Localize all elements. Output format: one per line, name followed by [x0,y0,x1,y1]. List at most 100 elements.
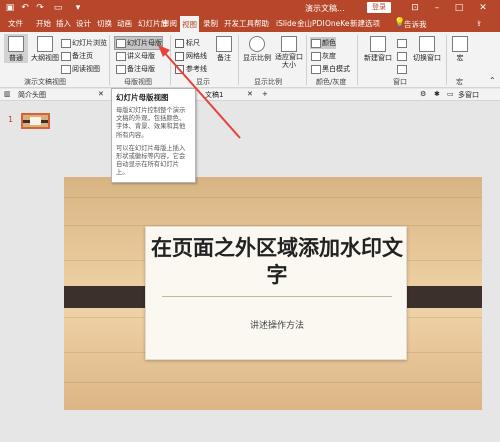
group-presentation-views-label: 演示文稿视图 [24,78,66,86]
tell-me-search[interactable]: 告诉我 [404,19,427,30]
tab-insert[interactable]: 插入 [54,16,73,32]
macros-label: 宏 [456,54,464,62]
document-tab[interactable]: 文稿1 [205,90,223,100]
tab-design[interactable]: 设计 [74,16,93,32]
tooltip-title: 幻灯片母版视图 [116,93,169,102]
minimize-icon[interactable]: – [430,1,444,15]
undo-icon[interactable]: ↶ [19,2,31,14]
reading-view-button[interactable]: 阅读视图 [60,63,100,75]
decorative-band-right [398,286,482,308]
normal-view-label: 普通 [9,54,23,62]
wood-grain [64,382,482,383]
macros-button[interactable]: 宏 [451,34,469,63]
move-split-button[interactable] [396,63,407,75]
close-tab-icon[interactable]: ✕ [247,90,253,98]
new-window-icon [370,36,386,52]
tab-transitions[interactable]: 切换 [95,16,114,32]
gridlines-checkbox[interactable]: 网格线 [175,50,207,62]
add-tab-icon[interactable]: + [262,90,268,98]
group-separator [238,35,239,85]
zoom-label: 显示比例 [243,54,271,62]
multi-window-icon[interactable]: ▭ [447,90,454,98]
switch-window-icon [419,36,435,52]
redo-icon[interactable]: ↷ [34,2,46,14]
tab-file[interactable]: 文件 [6,16,25,32]
normal-view-icon [8,36,24,52]
tooltip-body: 母版幻灯片控制整个演示文稿的外观，包括颜色、字体、背景、效果和其他所有内容。 [116,107,186,139]
share-icon[interactable]: ⇪ [474,16,484,32]
ribbon-tabs: 文件 开始 插入 设计 切换 动画 幻灯片放 审阅 视图 录制 开发工具 帮助 … [0,16,500,32]
cascade-button[interactable] [396,50,407,62]
group-zoom-label: 显示比例 [254,78,282,86]
close-icon[interactable]: ✕ [476,1,490,15]
new-window-label: 新建窗口 [364,54,392,62]
settings-icon[interactable]: ⚙ [420,90,426,98]
thumbnail-card [30,117,41,125]
magnifier-icon [249,36,265,52]
document-title: 演示文稿... [305,4,345,13]
save-icon[interactable]: ▣ [4,2,16,14]
slide-master-button[interactable]: 幻灯片母版 [114,36,163,50]
tab-record[interactable]: 录制 [201,16,220,32]
color-button[interactable]: 颜色 [310,37,336,49]
zoom-button[interactable]: 显示比例 [242,34,272,63]
group-separator [446,35,447,85]
notes-icon [216,36,232,52]
notes-button[interactable]: 备注 [213,34,235,63]
tab-home[interactable]: 开始 [34,16,53,32]
tab-view[interactable]: 视图 [180,16,199,32]
slide-thumbnail[interactable] [21,113,50,129]
tab-new[interactable]: 新建选项 [348,16,382,32]
handout-master-button[interactable]: 讲义母版 [115,50,155,62]
tab-review[interactable]: 审阅 [160,16,179,32]
multi-window-label[interactable]: 多窗口 [458,90,479,100]
slideshow-start-icon[interactable]: ▭ [52,2,64,14]
outline-view-button[interactable]: 大纲视图 [30,34,60,63]
login-button[interactable]: 登录 [367,2,391,13]
group-separator [170,35,171,85]
tab-animations[interactable]: 动画 [115,16,134,32]
group-separator [357,35,358,85]
slide-sorter-button[interactable]: 幻灯片浏览 [60,37,107,49]
slide-title[interactable]: 在页面之外区域添加水印文字 [146,235,408,289]
new-window-button[interactable]: 新建窗口 [362,34,394,63]
customize-icon[interactable]: ▾ [72,2,84,14]
ribbon-options-icon[interactable]: ⊡ [408,1,422,15]
notes-page-button[interactable]: 备注页 [60,50,93,62]
bw-button[interactable]: 黑白模式 [310,63,350,75]
group-macros-label: 宏 [456,78,463,86]
group-show-label: 显示 [196,78,210,86]
fit-window-label: 适应窗口大小 [275,53,303,69]
grayscale-button[interactable]: 灰度 [310,50,336,62]
normal-view-button[interactable]: 普通 [4,34,28,63]
switch-window-button[interactable]: 切换窗口 [411,34,443,63]
ruler-checkbox[interactable]: 标尺 [175,37,200,49]
group-master-views-label: 母版视图 [124,78,152,86]
wood-grain [64,197,482,198]
fit-window-icon [281,36,297,52]
tab-developer[interactable]: 开发工具 [222,16,256,32]
fit-window-button[interactable]: 适应窗口大小 [274,34,304,69]
group-separator [306,35,307,85]
arrange-all-button[interactable] [396,37,407,49]
title-divider [162,296,392,297]
group-separator [109,35,110,85]
gear-icon[interactable]: ✱ [434,90,440,98]
collapse-ribbon-icon[interactable]: ⌃ [489,76,496,85]
decorative-band-left [64,286,154,308]
title-card: 在页面之外区域添加水印文字 讲述操作方法 [145,226,407,360]
group-color-label: 颜色/灰度 [316,78,347,86]
panel-icon[interactable]: ▥ [4,90,11,98]
guides-checkbox[interactable]: 参考线 [175,63,207,75]
close-panel-icon[interactable]: ✕ [98,90,104,98]
slide-subtitle[interactable]: 讲述操作方法 [146,318,408,331]
title-bar: ▣ ↶ ↷ ▭ ▾ 演示文稿... 登录 ⊡ – □ ✕ [0,0,500,16]
group-window-label: 窗口 [393,78,407,86]
tab-help[interactable]: 帮助 [252,16,271,32]
tooltip-body-2: 可以在幻灯片母版上插入形状或徽标等内容，它会自动显示在所有幻灯片上。 [116,144,186,177]
notes-master-button[interactable]: 备注母版 [115,63,155,75]
slide-master-tooltip: 幻灯片母版视图 母版幻灯片控制整个演示文稿的外观，包括颜色、字体、背景、效果和其… [111,88,196,183]
tab-pdf[interactable]: 金山PDI [295,16,327,32]
switch-window-label: 切换窗口 [413,54,441,62]
maximize-icon[interactable]: □ [452,1,466,15]
